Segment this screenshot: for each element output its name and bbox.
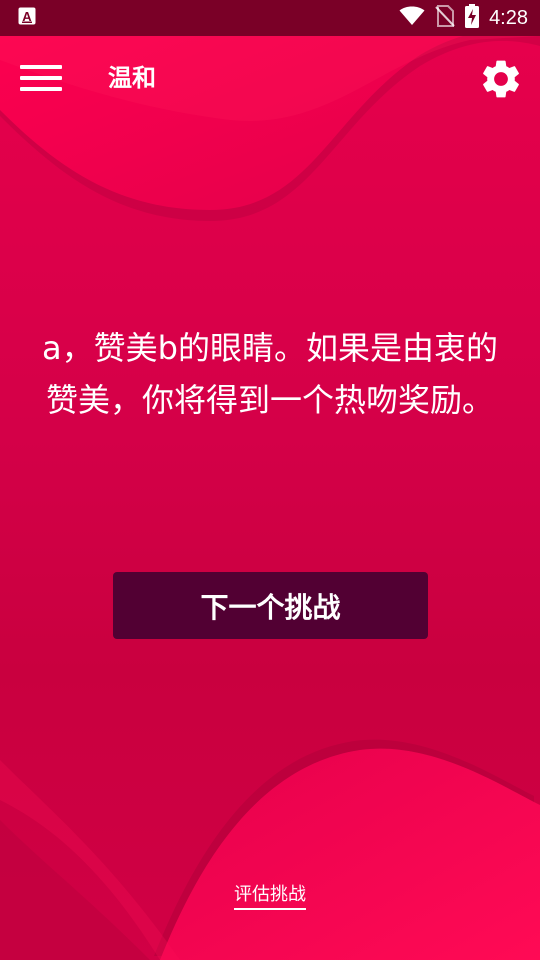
status-time: 4:28 bbox=[489, 6, 528, 29]
app-bar: 温和 bbox=[0, 36, 540, 120]
no-sim-icon bbox=[435, 5, 455, 31]
page-title: 温和 bbox=[108, 64, 156, 92]
background-waves bbox=[0, 0, 540, 960]
rate-challenge-container: 评估挑战 bbox=[0, 880, 540, 910]
wifi-icon bbox=[399, 6, 425, 30]
gear-icon[interactable] bbox=[478, 56, 524, 102]
next-challenge-button[interactable]: 下一个挑战 bbox=[113, 572, 428, 639]
battery-charging-icon bbox=[465, 4, 480, 32]
rate-challenge-link[interactable]: 评估挑战 bbox=[234, 880, 306, 910]
challenge-text: a，赞美b的眼睛。如果是由衷的赞美，你将得到一个热吻奖励。 bbox=[42, 329, 498, 419]
status-bar: A 4:28 bbox=[0, 0, 540, 36]
hamburger-menu-icon[interactable] bbox=[20, 60, 64, 96]
app-a-icon: A bbox=[18, 7, 36, 29]
